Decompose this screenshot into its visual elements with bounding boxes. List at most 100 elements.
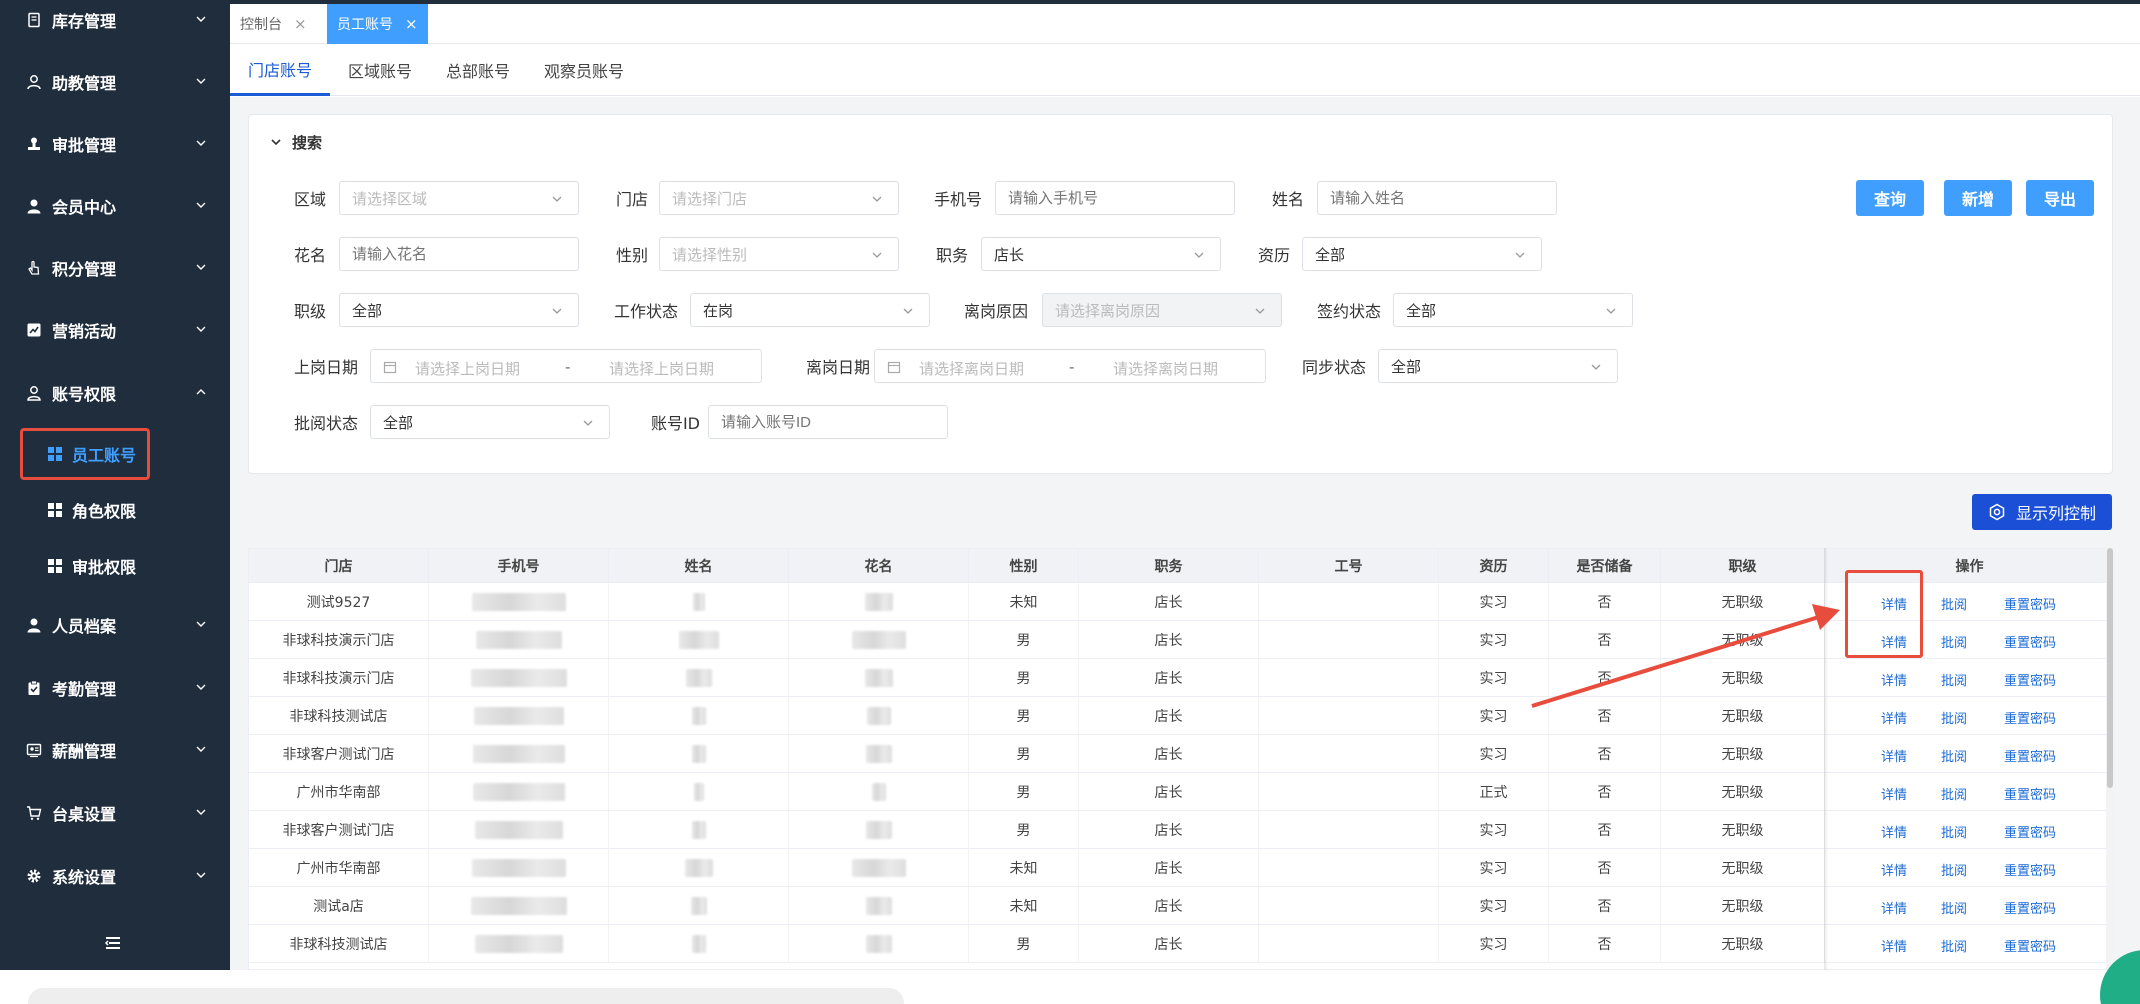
tab-dashboard[interactable]: 控制台 ×: [230, 4, 317, 44]
cell-reserve: 否: [1549, 735, 1661, 772]
start-date-range[interactable]: 请选择上岗日期 - 请选择上岗日期: [370, 349, 762, 383]
calendar-icon: [887, 361, 901, 374]
table-scrollbar[interactable]: [2106, 548, 2114, 970]
reset-password-link[interactable]: 重置密码: [2004, 898, 2056, 917]
leave-date-to[interactable]: 请选择离岗日期: [1113, 358, 1218, 379]
add-button[interactable]: 新增: [1944, 180, 2012, 216]
sidebar-item-attendance[interactable]: 考勤管理: [0, 668, 230, 708]
cell-name: [609, 659, 789, 696]
detail-link[interactable]: 详情: [1881, 860, 1907, 879]
leave-date-from[interactable]: 请选择离岗日期: [919, 358, 1024, 379]
cell-reserve: 否: [1549, 925, 1661, 962]
review-link[interactable]: 批阅: [1941, 594, 1967, 613]
reset-password-link[interactable]: 重置密码: [2004, 860, 2056, 879]
chevron-down-icon: [872, 252, 882, 258]
review-link[interactable]: 批阅: [1941, 708, 1967, 727]
subtab-store-accounts[interactable]: 门店账号: [230, 44, 330, 96]
review-link[interactable]: 批阅: [1941, 746, 1967, 765]
review-link[interactable]: 批阅: [1941, 898, 1967, 917]
sidebar-item-coach[interactable]: 助教管理: [0, 62, 230, 102]
reset-password-link[interactable]: 重置密码: [2004, 632, 2056, 651]
cell-position: 店长: [1079, 659, 1259, 696]
name-input[interactable]: [1317, 181, 1557, 215]
detail-link[interactable]: 详情: [1881, 784, 1907, 803]
reset-password-link[interactable]: 重置密码: [2004, 822, 2056, 841]
reset-password-link[interactable]: 重置密码: [2004, 936, 2056, 955]
review-status-select[interactable]: 全部: [370, 405, 610, 439]
subtab-region-accounts[interactable]: 区域账号: [348, 44, 412, 96]
sidebar-item-system-settings[interactable]: 系统设置: [0, 856, 230, 896]
reset-password-link[interactable]: 重置密码: [2004, 670, 2056, 689]
detail-link[interactable]: 详情: [1881, 746, 1907, 765]
sidebar-item-salary[interactable]: 薪酬管理: [0, 730, 230, 770]
table-row: 非球客户测试门店 男店长 实习否无职级 详情 批阅 重置密码: [249, 735, 2109, 773]
sidebar-item-account-permissions[interactable]: 账号权限: [0, 373, 230, 413]
rank-select[interactable]: 全部: [339, 293, 579, 327]
sidebar-subitem-staff-accounts[interactable]: 员工账号: [0, 434, 230, 474]
start-date-from[interactable]: 请选择上岗日期: [415, 358, 520, 379]
tab-staff-accounts[interactable]: 员工账号 ×: [327, 4, 428, 44]
subtab-hq-accounts[interactable]: 总部账号: [446, 44, 510, 96]
leave-date-range[interactable]: 请选择离岗日期 - 请选择离岗日期: [874, 349, 1266, 383]
sidebar-subitem-approval-permissions[interactable]: 审批权限: [0, 546, 230, 586]
review-link[interactable]: 批阅: [1941, 670, 1967, 689]
cell-nickname: [789, 773, 969, 810]
reset-password-link[interactable]: 重置密码: [2004, 784, 2056, 803]
account-id-input[interactable]: [708, 405, 948, 439]
detail-link[interactable]: 详情: [1881, 898, 1907, 917]
reset-password-link[interactable]: 重置密码: [2004, 708, 2056, 727]
start-date-to[interactable]: 请选择上岗日期: [609, 358, 714, 379]
store-select[interactable]: 请选择门店: [659, 181, 899, 215]
sidebar-item-points[interactable]: 积分管理: [0, 248, 230, 288]
detail-link[interactable]: 详情: [1881, 632, 1907, 651]
column-control-button[interactable]: 显示列控制: [1972, 494, 2112, 530]
sidebar-item-marketing[interactable]: 营销活动: [0, 310, 230, 350]
region-select[interactable]: 请选择区域: [339, 181, 579, 215]
redacted-value: [678, 630, 719, 649]
cell-seniority: 实习: [1439, 811, 1549, 848]
detail-link[interactable]: 详情: [1881, 822, 1907, 841]
work-status-select[interactable]: 在岗: [690, 293, 930, 327]
sidebar-item-inventory[interactable]: 库存管理: [0, 0, 230, 40]
contract-status-select[interactable]: 全部: [1393, 293, 1633, 327]
search-toggle[interactable]: 搜索: [270, 130, 322, 154]
export-button[interactable]: 导出: [2026, 180, 2094, 216]
close-icon[interactable]: ×: [294, 15, 307, 33]
review-link[interactable]: 批阅: [1941, 784, 1967, 803]
leave-date-label: 离岗日期: [805, 358, 870, 377]
name-label: 姓名: [1271, 190, 1304, 209]
sidebar-item-approval[interactable]: 审批管理: [0, 124, 230, 164]
sync-status-select[interactable]: 全部: [1378, 349, 1618, 383]
cell-reserve: 否: [1549, 697, 1661, 734]
chevron-down-icon: [903, 308, 913, 314]
detail-link[interactable]: 详情: [1881, 594, 1907, 613]
detail-link[interactable]: 详情: [1881, 708, 1907, 727]
review-link[interactable]: 批阅: [1941, 860, 1967, 879]
subtab-observer-accounts[interactable]: 观察员账号: [544, 44, 624, 96]
review-link[interactable]: 批阅: [1941, 936, 1967, 955]
close-icon[interactable]: ×: [405, 15, 418, 33]
phone-input[interactable]: [995, 181, 1235, 215]
reset-password-link[interactable]: 重置密码: [2004, 594, 2056, 613]
detail-link[interactable]: 详情: [1881, 670, 1907, 689]
header-store: 门店: [249, 549, 429, 582]
nickname-input[interactable]: [339, 237, 579, 271]
gender-select[interactable]: 请选择性别: [659, 237, 899, 271]
sidebar-item-personnel[interactable]: 人员档案: [0, 605, 230, 645]
sidebar-subitem-role-permissions[interactable]: 角色权限: [0, 490, 230, 530]
sidebar-item-table-settings[interactable]: 台桌设置: [0, 793, 230, 833]
cell-seniority: 正式: [1439, 773, 1549, 810]
review-link[interactable]: 批阅: [1941, 822, 1967, 841]
scrollbar-thumb[interactable]: [2107, 548, 2113, 788]
cell-store: 非球科技演示门店: [249, 659, 429, 696]
query-button[interactable]: 查询: [1856, 180, 1924, 216]
reset-password-link[interactable]: 重置密码: [2004, 746, 2056, 765]
detail-link[interactable]: 详情: [1881, 936, 1907, 955]
seniority-select[interactable]: 全部: [1302, 237, 1542, 271]
menu-collapse-icon[interactable]: [100, 930, 126, 956]
leave-reason-select[interactable]: 请选择离岗原因: [1042, 293, 1282, 327]
chevron-down-icon: [196, 872, 206, 878]
review-link[interactable]: 批阅: [1941, 632, 1967, 651]
sidebar-item-members[interactable]: 会员中心: [0, 186, 230, 226]
position-select[interactable]: 店长: [981, 237, 1221, 271]
